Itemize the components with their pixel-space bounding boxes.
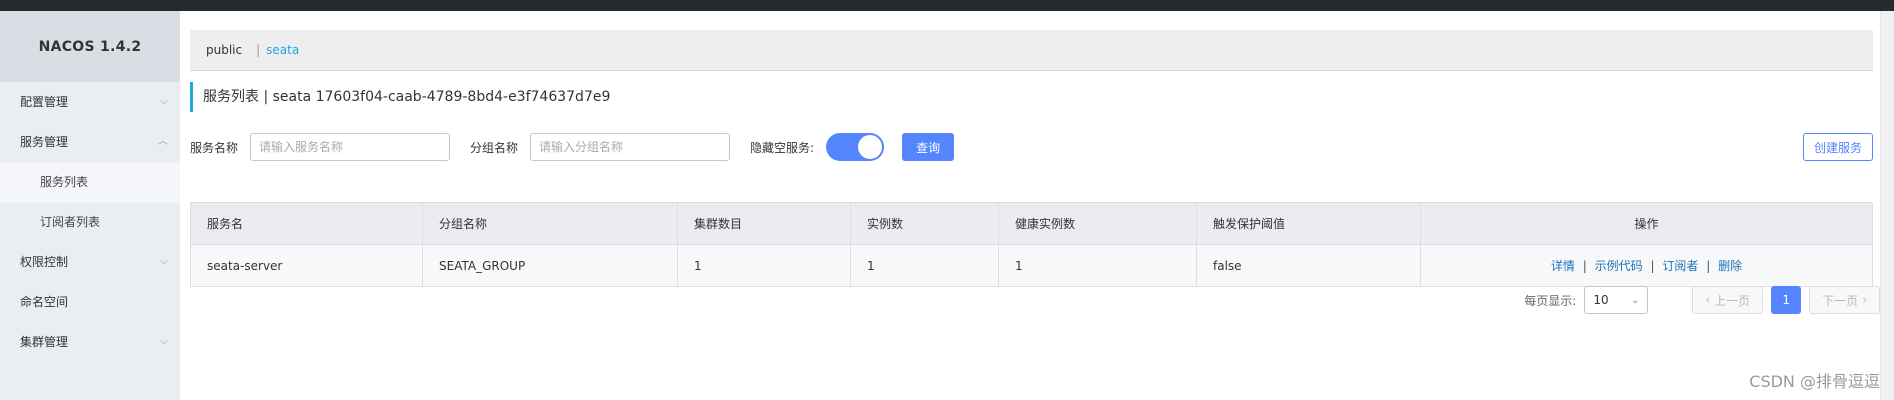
page-size-label: 每页显示: xyxy=(1524,293,1577,308)
column-header: 实例数 xyxy=(850,202,999,245)
hide-empty-toggle[interactable] xyxy=(826,133,885,161)
table-header-row: 服务名 分组名称 集群数目 实例数 健康实例数 触发保护阈值 操作 xyxy=(190,202,1873,245)
breadcrumb-separator: | xyxy=(256,43,261,57)
cell-healthy-count: 1 xyxy=(998,244,1197,287)
filter-bar: 服务名称 分组名称 隐藏空服务: 查询 创建服务 xyxy=(190,132,1873,162)
action-separator: | xyxy=(1706,259,1711,273)
action-separator: | xyxy=(1650,259,1655,273)
delete-link[interactable]: 删除 xyxy=(1718,259,1742,273)
namespace-seata[interactable]: seata xyxy=(266,43,299,57)
chevron-down-icon: ⌵ xyxy=(160,336,168,347)
hide-empty-label: 隐藏空服务: xyxy=(750,140,815,155)
create-service-button[interactable]: 创建服务 xyxy=(1802,133,1873,161)
toggle-knob xyxy=(858,135,883,159)
table-row: seata-server SEATA_GROUP 1 1 1 false 详情 … xyxy=(190,244,1873,287)
watermark: CSDN @排骨逗逗 xyxy=(1749,372,1880,391)
chevron-down-icon: ⌵ xyxy=(160,256,168,267)
sidebar-item-service-list[interactable]: 服务列表 xyxy=(0,162,180,202)
page-size-value: 10 xyxy=(1593,293,1609,307)
namespace-breadcrumb: public | seata xyxy=(190,30,1873,71)
column-header: 操作 xyxy=(1420,202,1873,245)
sidebar-item-config[interactable]: 配置管理 ⌵ xyxy=(0,82,180,122)
prev-page-label: 上一页 xyxy=(1714,293,1751,308)
service-name-label: 服务名称 xyxy=(190,140,239,155)
sidebar-item-label: 命名空间 xyxy=(20,295,69,309)
main-content: public | seata 服务列表 | seata 17603f04-caa… xyxy=(180,11,1880,400)
group-name-input[interactable] xyxy=(530,133,731,161)
next-page-label: 下一页 xyxy=(1822,293,1859,308)
sample-code-link[interactable]: 示例代码 xyxy=(1595,259,1643,273)
page-number-current[interactable]: 1 xyxy=(1771,286,1802,314)
column-header: 健康实例数 xyxy=(998,202,1197,245)
subscribers-link[interactable]: 订阅者 xyxy=(1662,259,1698,273)
sidebar-item-label: 订阅者列表 xyxy=(40,215,101,229)
cell-instance-count: 1 xyxy=(850,244,999,287)
page-title: 服务列表 | seata 17603f04-caab-4789-8bd4-e3f… xyxy=(190,82,610,112)
column-header: 触发保护阈值 xyxy=(1196,202,1421,245)
vertical-scrollbar[interactable] xyxy=(1880,11,1894,400)
prev-page-button[interactable]: ‹ 上一页 xyxy=(1692,286,1764,314)
cell-protect-threshold: false xyxy=(1196,244,1421,287)
service-name-input[interactable] xyxy=(250,133,451,161)
pagination: 每页显示: 10 ⌄ ‹ 上一页 1 下一页 › xyxy=(1524,286,1880,314)
sidebar-item-label: 配置管理 xyxy=(20,95,69,109)
action-separator: | xyxy=(1582,259,1587,273)
group-name-label: 分组名称 xyxy=(470,140,519,155)
chevron-down-icon: ⌵ xyxy=(160,96,168,107)
chevron-left-icon: ‹ xyxy=(1705,293,1711,307)
sidebar-item-label: 权限控制 xyxy=(20,255,69,269)
column-header: 集群数目 xyxy=(677,202,851,245)
detail-link[interactable]: 详情 xyxy=(1551,259,1575,273)
sidebar-item-namespace[interactable]: 命名空间 xyxy=(0,282,180,322)
cell-actions: 详情 | 示例代码 | 订阅者 | 删除 xyxy=(1420,244,1873,287)
chevron-right-icon: › xyxy=(1862,293,1867,307)
cell-cluster-count: 1 xyxy=(677,244,851,287)
chevron-down-icon: ⌄ xyxy=(1630,294,1640,306)
page-size-select[interactable]: 10 ⌄ xyxy=(1584,286,1649,314)
brand-logo: NACOS 1.4.2 xyxy=(0,11,180,82)
service-table: 服务名 分组名称 集群数目 实例数 健康实例数 触发保护阈值 操作 seata-… xyxy=(190,202,1873,287)
column-header: 服务名 xyxy=(190,202,423,245)
next-page-button[interactable]: 下一页 › xyxy=(1809,286,1880,314)
sidebar-item-services[interactable]: 服务管理 ︿ xyxy=(0,122,180,162)
cell-service-name: seata-server xyxy=(190,244,423,287)
sidebar-item-auth[interactable]: 权限控制 ⌵ xyxy=(0,242,180,282)
sidebar-item-label: 集群管理 xyxy=(20,335,69,349)
top-bar xyxy=(0,0,1894,11)
sidebar: NACOS 1.4.2 配置管理 ⌵ 服务管理 ︿ 服务列表 订阅者列表 权限控… xyxy=(0,11,180,400)
sidebar-item-label: 服务列表 xyxy=(40,175,89,189)
namespace-public[interactable]: public xyxy=(206,43,242,57)
sidebar-item-cluster[interactable]: 集群管理 ⌵ xyxy=(0,322,180,362)
sidebar-item-subscribers[interactable]: 订阅者列表 xyxy=(0,202,180,242)
column-header: 分组名称 xyxy=(422,202,678,245)
chevron-up-icon: ︿ xyxy=(158,136,168,147)
search-button[interactable]: 查询 xyxy=(902,133,955,161)
sidebar-item-label: 服务管理 xyxy=(20,135,69,149)
cell-group-name: SEATA_GROUP xyxy=(422,244,678,287)
